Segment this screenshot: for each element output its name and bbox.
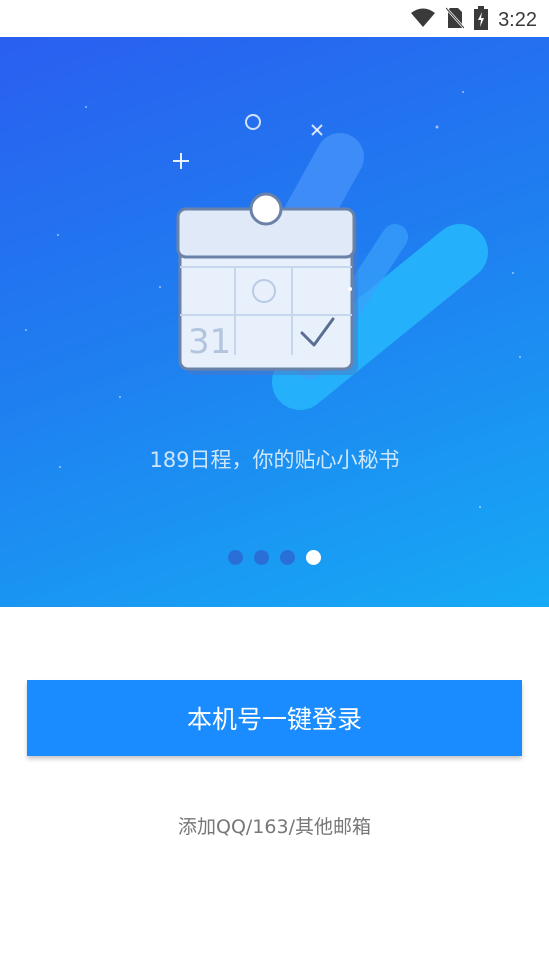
no-sim-icon [445, 7, 465, 33]
sparkle-shapes [173, 114, 323, 169]
page-dot[interactable] [228, 550, 243, 565]
page-dot[interactable] [254, 550, 269, 565]
one-click-login-button[interactable]: 本机号一键登录 [27, 680, 522, 756]
wifi-icon [410, 8, 436, 32]
status-time: 3:22 [498, 8, 537, 31]
page-indicator [0, 550, 549, 565]
calendar-date-number: 31 [188, 322, 232, 362]
add-email-link[interactable]: 添加QQ/163/其他邮箱 [0, 812, 549, 839]
onboarding-tagline: 189日程，你的贴心小秘书 [149, 448, 400, 472]
battery-charging-icon [474, 6, 489, 34]
hero-illustration [25, 91, 521, 508]
page-dot-active[interactable] [306, 550, 321, 565]
onboarding-hero: 31 189日程，你的贴心小秘书 [0, 37, 549, 607]
status-bar: 3:22 [0, 0, 549, 37]
status-icons: 3:22 [410, 6, 537, 34]
page-dot[interactable] [280, 550, 295, 565]
